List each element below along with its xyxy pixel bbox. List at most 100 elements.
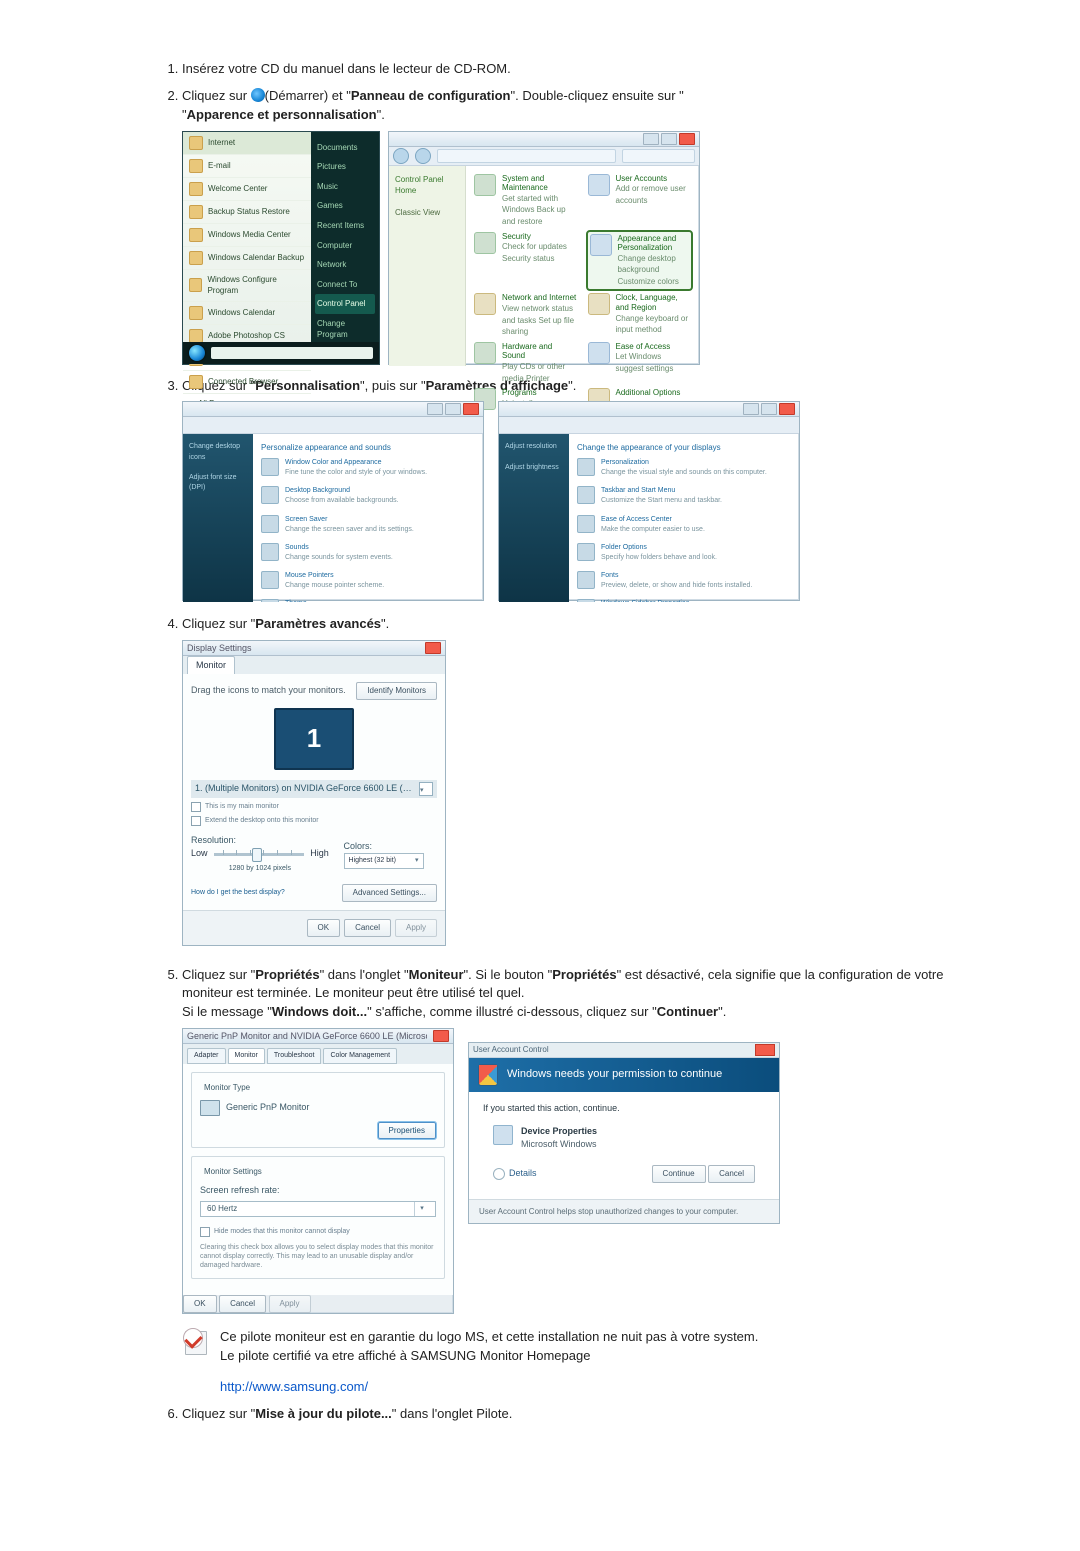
close-button[interactable] — [679, 133, 695, 145]
start-right-item[interactable]: Games — [315, 196, 375, 216]
pw-row[interactable]: Window Color and AppearanceFine tune the… — [261, 458, 475, 478]
cp-side-classic[interactable]: Classic View — [395, 207, 459, 219]
start-right-item[interactable]: Connect To — [315, 275, 375, 295]
window-title: Display Settings — [187, 642, 419, 655]
start-right-item[interactable]: Documents — [315, 138, 375, 158]
cancel-button[interactable]: Cancel — [344, 919, 391, 937]
cp-cat-appearance[interactable]: Appearance and PersonalizationChange des… — [588, 232, 692, 290]
cp-cat-security[interactable]: SecurityCheck for updates Security statu… — [474, 232, 578, 290]
app-icon — [189, 182, 203, 196]
start-right-item[interactable]: Change Program — [315, 314, 375, 345]
dialog-buttons: OK Cancel Apply — [183, 910, 445, 945]
apply-button[interactable]: Apply — [395, 919, 437, 937]
pw-row[interactable]: SoundsChange sounds for system events. — [261, 543, 475, 563]
figure-step2: Internet E-mail Welcome Center Backup St… — [182, 131, 950, 365]
row-icon — [261, 571, 279, 589]
start-right-control-panel[interactable]: Control Panel — [315, 294, 375, 314]
properties-button[interactable]: Properties — [378, 1122, 436, 1140]
cp-side-home[interactable]: Control Panel Home — [395, 174, 459, 197]
tab-color[interactable]: Color Management — [323, 1048, 397, 1064]
pw-row[interactable]: Mouse PointersChange mouse pointer schem… — [261, 571, 475, 591]
close-button[interactable] — [425, 642, 441, 654]
start-item[interactable]: Windows Configure Program — [183, 270, 311, 302]
cp-cat-hardware[interactable]: Hardware and SoundPlay CDs or other medi… — [474, 342, 578, 384]
maximize-button[interactable] — [661, 133, 677, 145]
identify-monitors-button[interactable]: Identify Monitors — [356, 682, 437, 700]
close-button[interactable] — [433, 1030, 449, 1042]
side-link[interactable]: Change desktop icons — [189, 442, 247, 462]
slider-thumb-icon — [252, 848, 262, 862]
minimize-button[interactable] — [743, 403, 759, 415]
start-search-input[interactable] — [211, 347, 373, 359]
close-button[interactable] — [463, 403, 479, 415]
cp-cat-system[interactable]: System and MaintenanceGet started with W… — [474, 174, 578, 228]
pw-row[interactable]: Desktop BackgroundChoose from available … — [261, 486, 475, 506]
side-link[interactable]: Adjust brightness — [505, 463, 563, 473]
tab-monitor[interactable]: Monitor — [228, 1048, 265, 1064]
pw-row[interactable]: Folder OptionsSpecify how folders behave… — [577, 543, 791, 563]
start-right-item[interactable]: Music — [315, 177, 375, 197]
apply-button[interactable]: Apply — [269, 1295, 311, 1313]
breadcrumb[interactable] — [437, 149, 616, 163]
refresh-select[interactable]: 60 Hertz — [200, 1201, 436, 1217]
group-monitor-type: Monitor Type Generic PnP Monitor Propert… — [191, 1072, 445, 1148]
start-right-item[interactable]: Pictures — [315, 157, 375, 177]
start-orb-icon[interactable] — [189, 345, 205, 361]
maximize-button[interactable] — [445, 403, 461, 415]
step-1: Insérez votre CD du manuel dans le lecte… — [182, 60, 950, 79]
resolution-slider[interactable] — [214, 851, 305, 857]
monitor-preview-icon[interactable] — [274, 708, 354, 770]
pw-row[interactable]: FontsPreview, delete, or show and hide f… — [577, 571, 791, 591]
ok-button[interactable]: OK — [183, 1295, 217, 1313]
start-item[interactable]: Welcome Center — [183, 178, 311, 201]
main-monitor-checkbox[interactable]: This is my main monitor — [191, 802, 437, 812]
pw-row[interactable]: Taskbar and Start MenuCustomize the Star… — [577, 486, 791, 506]
search-input[interactable] — [622, 149, 695, 163]
start-item[interactable]: Windows Calendar Backup — [183, 247, 311, 270]
row-icon — [261, 486, 279, 504]
cancel-button[interactable]: Cancel — [219, 1295, 266, 1313]
cp-cat-network[interactable]: Network and InternetView network status … — [474, 293, 578, 337]
cp-cat-ease[interactable]: Ease of AccessLet Windows suggest settin… — [588, 342, 692, 384]
close-button[interactable] — [779, 403, 795, 415]
start-item[interactable]: Backup Status Restore — [183, 201, 311, 224]
pw-row[interactable]: ThemeChange the theme. — [261, 599, 475, 602]
start-right-item[interactable]: Computer — [315, 236, 375, 256]
side-link[interactable]: Adjust font size (DPI) — [189, 473, 247, 493]
start-right-item[interactable]: Recent Items — [315, 216, 375, 236]
pw-row[interactable]: PersonalizationChange the visual style a… — [577, 458, 791, 478]
samsung-link[interactable]: http://www.samsung.com/ — [220, 1379, 368, 1394]
minimize-button[interactable] — [427, 403, 443, 415]
device-select[interactable]: 1. (Multiple Monitors) on NVIDIA GeForce… — [191, 780, 437, 798]
cancel-button[interactable]: Cancel — [708, 1165, 755, 1183]
details-expander[interactable]: Details — [493, 1167, 537, 1180]
help-link[interactable]: How do I get the best display? — [191, 888, 285, 898]
maximize-button[interactable] — [761, 403, 777, 415]
category-icon — [474, 174, 496, 196]
pw-row[interactable]: Windows Sidebar PropertiesAdd gadgets to… — [577, 599, 791, 602]
ok-button[interactable]: OK — [307, 919, 341, 937]
back-button[interactable] — [393, 148, 409, 164]
colors-select[interactable]: Highest (32 bit) — [344, 853, 437, 869]
start-item[interactable]: Windows Media Center — [183, 224, 311, 247]
pw-row[interactable]: Ease of Access CenterMake the computer e… — [577, 515, 791, 535]
pw-row[interactable]: Screen SaverChange the screen saver and … — [261, 515, 475, 535]
continue-button[interactable]: Continue — [652, 1165, 706, 1183]
forward-button[interactable] — [415, 148, 431, 164]
start-right-item[interactable]: Network — [315, 255, 375, 275]
close-button[interactable] — [755, 1044, 775, 1056]
side-link[interactable]: Adjust resolution — [505, 442, 563, 452]
hide-modes-checkbox[interactable]: Hide modes that this monitor cannot disp… — [200, 1227, 436, 1237]
tab-adapter[interactable]: Adapter — [187, 1048, 226, 1064]
extend-desktop-checkbox[interactable]: Extend the desktop onto this monitor — [191, 816, 437, 826]
tab-monitor[interactable]: Monitor — [187, 656, 235, 674]
minimize-button[interactable] — [643, 133, 659, 145]
start-item[interactable]: Connected Browser — [183, 371, 311, 394]
start-item[interactable]: E-mail — [183, 155, 311, 178]
tab-troubleshoot[interactable]: Troubleshoot — [267, 1048, 322, 1064]
cp-cat-users[interactable]: User AccountsAdd or remove user accounts — [588, 174, 692, 228]
start-item[interactable]: Windows Calendar — [183, 302, 311, 325]
advanced-settings-button[interactable]: Advanced Settings... — [342, 884, 437, 902]
start-item[interactable]: Internet — [183, 132, 311, 155]
cp-cat-clock[interactable]: Clock, Language, and RegionChange keyboa… — [588, 293, 692, 337]
